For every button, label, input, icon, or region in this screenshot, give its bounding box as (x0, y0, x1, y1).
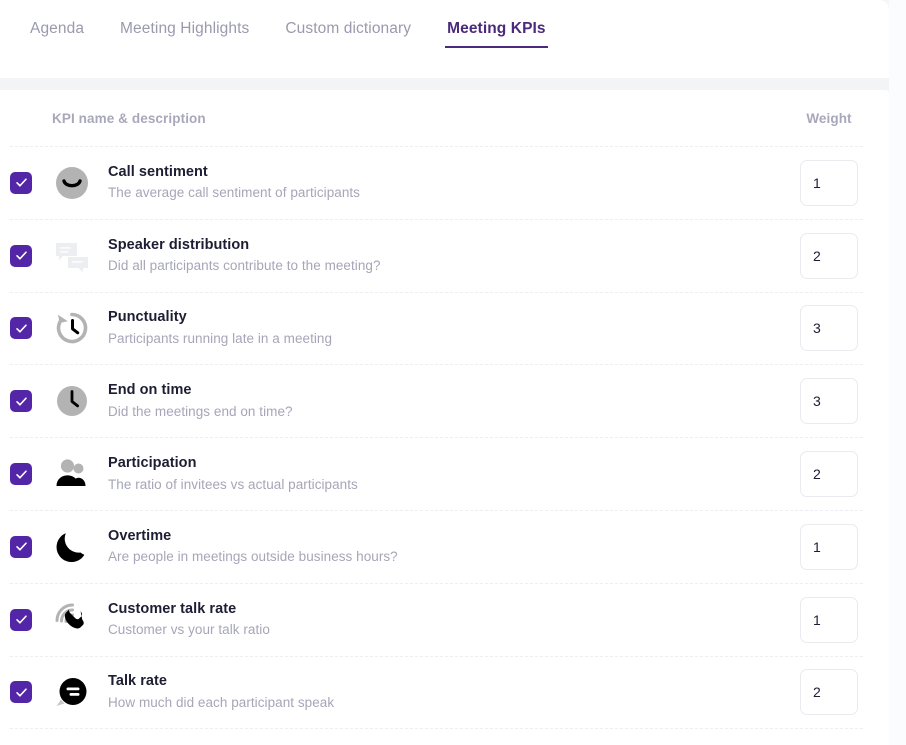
chat-bubbles-icon (52, 236, 92, 276)
weight-cell (769, 451, 889, 498)
kpi-text-block: Talk rate How much did each participant … (108, 672, 769, 712)
kpi-description: Participants running late in a meeting (108, 330, 333, 346)
tab-custom-dictionary[interactable]: Custom dictionary (283, 14, 413, 48)
tab-agenda-label: Agenda (30, 20, 85, 37)
kpi-checkbox-punctuality[interactable] (10, 317, 32, 340)
kpi-checkbox-participation[interactable] (10, 463, 32, 486)
kpi-checkbox-customer-talk-rate[interactable] (10, 608, 32, 631)
phone-ringing-icon (52, 600, 92, 640)
kpi-title: Punctuality (108, 309, 187, 326)
weight-input-customer-talk-rate[interactable] (800, 596, 858, 643)
table-row: Call sentiment The average call sentimen… (0, 147, 889, 219)
kpi-description: Did the meetings end on time? (108, 403, 293, 419)
weight-input-talk-rate[interactable] (800, 669, 858, 716)
table-row: Participation The ratio of invitees vs a… (0, 438, 889, 510)
kpi-text-block: End on time Did the meetings end on time… (108, 381, 769, 421)
weight-cell (769, 378, 889, 425)
kpi-text-block: Speaker distribution Did all participant… (108, 236, 769, 276)
kpi-title: Overtime (108, 527, 172, 544)
weight-cell (769, 305, 889, 352)
table-header-row: KPI name & description Weight (0, 90, 889, 146)
tab-agenda[interactable]: Agenda (28, 14, 86, 48)
table-row: Customer talk rate Customer vs your talk… (0, 584, 889, 656)
weight-cell (769, 523, 889, 570)
table-row: Talk rate How much did each participant … (0, 657, 889, 729)
tab-custom-dictionary-label: Custom dictionary (285, 20, 412, 37)
kpi-description: Customer vs your talk ratio (108, 622, 270, 638)
kpi-title: Participation (108, 455, 197, 472)
kpi-title: End on time (108, 382, 192, 399)
column-header-weight: Weight (806, 110, 852, 126)
kpi-text-block: Call sentiment The average call sentimen… (108, 163, 769, 203)
kpi-text-block: Overtime Are people in meetings outside … (108, 527, 769, 567)
tab-content-divider (0, 78, 906, 90)
table-row: End on time Did the meetings end on time… (0, 365, 889, 437)
weight-cell (769, 159, 889, 206)
column-header-kpi-name: KPI name & description (52, 110, 206, 126)
kpi-checkbox-talk-rate[interactable] (10, 681, 32, 704)
table-row: Overtime Are people in meetings outside … (0, 511, 889, 583)
kpi-title: Call sentiment (108, 163, 208, 180)
weight-input-end-on-time[interactable] (800, 378, 858, 425)
kpi-checkbox-overtime[interactable] (10, 535, 32, 558)
table-row: Speaker distribution Did all participant… (0, 220, 889, 292)
page-right-margin (889, 0, 906, 745)
moon-icon (52, 527, 92, 567)
page-root: Agenda Meeting Highlights Custom diction… (0, 0, 906, 745)
clock-icon (52, 381, 92, 421)
weight-input-participation[interactable] (800, 451, 858, 498)
weight-input-speaker-distribution[interactable] (800, 232, 858, 279)
smiley-face-icon (52, 163, 92, 203)
tab-bar: Agenda Meeting Highlights Custom diction… (0, 0, 889, 78)
clock-rewind-icon (52, 308, 92, 348)
kpi-description: Are people in meetings outside business … (108, 549, 398, 565)
weight-cell (769, 596, 889, 643)
kpi-description: How much did each participant speak (108, 694, 335, 710)
tab-meeting-kpis-label: Meeting KPIs (447, 20, 546, 37)
kpi-description: Did all participants contribute to the m… (108, 258, 381, 274)
tab-meeting-highlights-label: Meeting Highlights (120, 20, 250, 37)
weight-input-call-sentiment[interactable] (800, 159, 858, 206)
kpi-checkbox-end-on-time[interactable] (10, 390, 32, 413)
kpi-text-block: Customer talk rate Customer vs your talk… (108, 600, 769, 640)
tab-meeting-kpis[interactable]: Meeting KPIs (445, 14, 548, 48)
speech-bubble-lines-icon (52, 672, 92, 712)
row-separator (10, 728, 863, 730)
people-icon (52, 454, 92, 494)
kpi-description: The ratio of invitees vs actual particip… (108, 476, 358, 492)
weight-cell (769, 669, 889, 716)
weight-input-punctuality[interactable] (800, 305, 858, 352)
kpi-title: Customer talk rate (108, 600, 237, 617)
kpi-title: Talk rate (108, 673, 168, 690)
kpi-checkbox-call-sentiment[interactable] (10, 171, 32, 194)
kpi-description: The average call sentiment of participan… (108, 185, 360, 201)
tab-meeting-highlights[interactable]: Meeting Highlights (118, 14, 251, 48)
table-row: Punctuality Participants running late in… (0, 293, 889, 365)
kpi-text-block: Participation The ratio of invitees vs a… (108, 454, 769, 494)
weight-cell (769, 232, 889, 279)
kpi-checkbox-speaker-distribution[interactable] (10, 244, 32, 267)
kpi-text-block: Punctuality Participants running late in… (108, 308, 769, 348)
weight-input-overtime[interactable] (800, 523, 858, 570)
kpi-table-card: KPI name & description Weight Call senti… (0, 90, 889, 745)
kpi-title: Speaker distribution (108, 236, 250, 253)
